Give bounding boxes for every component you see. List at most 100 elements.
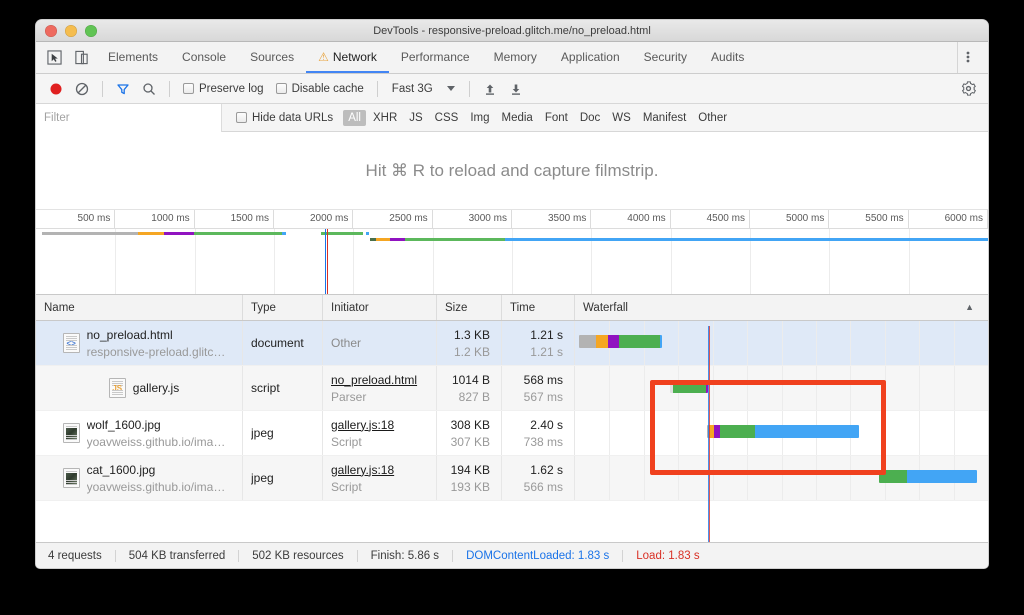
type-filter-other[interactable]: Other [693,110,732,126]
overview-gridline [194,229,196,294]
cell-initiator[interactable]: gallery.js:18 Script [323,411,437,455]
timeline-tick: 5500 ms [829,210,909,229]
status-finish: Finish: 5.86 s [358,549,454,562]
timeline-tick-label: 3500 ms [547,213,587,224]
type-filter-xhr[interactable]: XHR [368,110,402,126]
time-total: 1.21 s [530,327,563,342]
cursor-select-icon[interactable] [46,49,63,66]
column-header-name[interactable]: Name [36,295,243,320]
checkbox-box [236,112,247,123]
cell-initiator[interactable]: Other [323,321,437,365]
column-header-size[interactable]: Size [437,295,502,320]
tabbar-right [957,42,988,73]
overview-bar-segment [390,238,405,241]
request-type: document [251,336,304,350]
cell-name[interactable]: wolf_1600.jpg yoavweiss.github.io/ima… [36,411,243,455]
search-icon[interactable] [137,77,161,101]
waterfall-bar[interactable] [878,470,977,483]
type-filter-font[interactable]: Font [540,110,573,126]
cell-type: document [243,321,323,365]
device-toolbar-icon[interactable] [73,49,90,66]
tab-memory[interactable]: Memory [482,42,549,73]
devtools-tabbar: Elements Console Sources ⚠ Network Perfo… [36,42,988,74]
cell-initiator[interactable]: gallery.js:18 Script [323,456,437,500]
waterfall-gridline [919,411,921,455]
clear-icon[interactable] [70,77,94,101]
tab-label: Sources [250,49,295,64]
status-domcontentloaded: DOMContentLoaded: 1.83 s [453,549,624,562]
cell-initiator[interactable]: no_preload.html Parser [323,366,437,410]
overview-event-marker [326,229,328,294]
preserve-log-checkbox[interactable]: Preserve log [178,83,269,95]
tab-application[interactable]: Application [549,42,632,73]
timeline-tick: 1000 ms [115,210,195,229]
tab-console[interactable]: Console [170,42,238,73]
network-overview[interactable]: 500 ms 1000 ms 1500 ms 2000 ms 2500 ms 3000 m… [36,210,988,295]
type-filter-ws[interactable]: WS [607,110,636,126]
initiator-kind: Script [331,434,362,449]
throttling-value: Fast 3G [391,82,433,95]
export-har-icon[interactable] [504,77,528,101]
column-header-waterfall[interactable]: Waterfall ▲ [575,295,988,320]
filter-funnel-icon[interactable] [111,77,135,101]
tab-performance[interactable]: Performance [389,42,482,73]
waterfall-bar[interactable] [669,380,708,393]
column-header-initiator[interactable]: Initiator [323,295,437,320]
initiator-link[interactable]: no_preload.html [331,373,436,387]
tab-sources[interactable]: Sources [238,42,306,73]
throttling-select[interactable]: Fast 3G [386,83,461,95]
column-header-time[interactable]: Time [502,295,575,320]
table-row[interactable]: JS gallery.js script no_preload.html Parser 1… [36,366,988,411]
type-filter-all[interactable]: All [343,109,366,126]
type-filter-img[interactable]: Img [465,110,494,126]
record-stop-icon[interactable] [44,77,68,101]
type-filter-media[interactable]: Media [497,110,538,126]
type-filter-manifest[interactable]: Manifest [638,110,691,126]
filter-input[interactable] [36,103,222,132]
column-header-type[interactable]: Type [243,295,323,320]
waterfall-segment-queueing [579,335,596,348]
tab-security[interactable]: Security [632,42,699,73]
initiator-link[interactable]: gallery.js:18 [331,463,436,477]
cell-waterfall [575,366,988,410]
hide-data-urls-checkbox[interactable]: Hide data URLs [236,112,333,124]
waterfall-bar[interactable] [579,335,663,348]
requests-table-body: <> no_preload.html responsive-preload.glit… [36,321,988,501]
disable-cache-checkbox[interactable]: Disable cache [271,83,369,95]
js-file-icon: JS [108,378,126,398]
table-row[interactable]: <> no_preload.html responsive-preload.glit… [36,321,988,366]
time-total: 568 ms [523,372,563,387]
timeline-tick-label: 3000 ms [468,213,507,224]
cell-name[interactable]: cat_1600.jpg yoavweiss.github.io/ima… [36,456,243,500]
disable-cache-label: Disable cache [291,82,364,95]
tab-elements[interactable]: Elements [96,42,170,73]
cell-name[interactable]: <> no_preload.html responsive-preload.glit… [36,321,243,365]
initiator-link[interactable]: gallery.js:18 [331,418,436,432]
timeline-tick: 3500 ms [512,210,592,229]
document-file-icon: <> [62,333,80,353]
waterfall-segment-waiting [672,380,706,393]
kebab-menu-icon[interactable] [958,49,978,67]
name-text-wrap: wolf_1600.jpg yoavweiss.github.io/ima… [87,418,226,449]
initiator-kind: Script [331,479,362,494]
cell-size: 1014 B 827 B [437,366,502,410]
table-row[interactable]: cat_1600.jpg yoavweiss.github.io/ima… jpeg… [36,456,988,501]
table-row[interactable]: wolf_1600.jpg yoavweiss.github.io/ima… jpe… [36,411,988,456]
waterfall-bar[interactable] [707,425,859,438]
gear-icon[interactable] [956,81,980,96]
type-filter-js[interactable]: JS [404,110,427,126]
window-title: DevTools - responsive-preload.glitch.me/… [373,24,651,37]
cell-name[interactable]: JS gallery.js [36,366,243,410]
request-domain: yoavweiss.github.io/ima… [86,479,226,494]
tab-label: Memory [493,49,537,64]
import-har-icon[interactable] [478,77,502,101]
tab-audits[interactable]: Audits [699,42,756,73]
waterfall-gridline [712,321,714,365]
waterfall-gridline [747,321,749,365]
warning-triangle-icon: ⚠ [318,49,329,64]
waterfall-gridline [919,366,921,410]
type-filter-css[interactable]: CSS [430,110,464,126]
tab-network[interactable]: ⚠ Network [306,42,389,73]
type-filter-doc[interactable]: Doc [575,110,605,126]
overview-bar-segment [138,232,164,235]
